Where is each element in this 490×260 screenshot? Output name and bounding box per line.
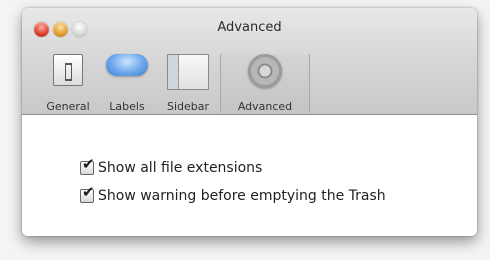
window-title: Advanced	[217, 20, 282, 35]
tab-labels[interactable]: Labels	[98, 54, 156, 113]
trash-warning-checkbox[interactable]: ✔	[80, 185, 95, 203]
labels-icon	[106, 54, 148, 76]
finder-preferences-window: Advanced General Labels Sidebar Advanced	[22, 8, 477, 236]
checkmark-icon: ✔	[82, 155, 95, 173]
window-titlebar: Advanced General Labels Sidebar Advanced	[22, 8, 477, 115]
tab-sidebar-label: Sidebar	[166, 100, 210, 113]
show-extensions-checkbox[interactable]: ✔	[80, 157, 95, 175]
tab-general[interactable]: General	[40, 54, 96, 113]
show-extensions-option[interactable]: ✔ Show all file extensions	[80, 157, 262, 177]
checkmark-icon: ✔	[82, 183, 95, 201]
trash-warning-option[interactable]: ✔ Show warning before emptying the Trash	[80, 185, 386, 205]
preferences-content: ✔ Show all file extensions ✔ Show warnin…	[22, 115, 477, 236]
tab-labels-label: Labels	[109, 100, 145, 113]
sidebar-icon	[167, 54, 209, 90]
tab-advanced-label: Advanced	[237, 100, 293, 113]
trash-warning-label[interactable]: Show warning before emptying the Trash	[98, 188, 386, 204]
general-icon	[53, 54, 83, 86]
gear-icon	[248, 54, 282, 88]
tab-advanced[interactable]: Advanced	[220, 54, 310, 113]
tab-sidebar[interactable]: Sidebar	[158, 54, 218, 113]
tab-general-label: General	[46, 100, 90, 113]
show-extensions-label[interactable]: Show all file extensions	[98, 160, 262, 176]
